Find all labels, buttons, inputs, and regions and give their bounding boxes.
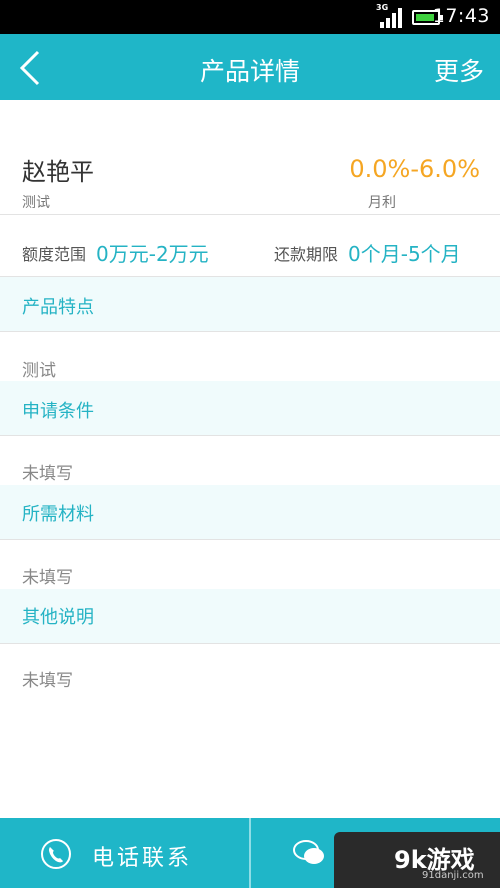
section-content-features: 测试	[22, 361, 56, 381]
signal-icon	[380, 8, 402, 28]
page-title: 产品详情	[199, 57, 300, 86]
title-bar: 产品详情 更多	[0, 34, 500, 100]
section-content-materials: 未填写	[22, 568, 73, 588]
term-value: 0个月-5个月	[348, 242, 461, 266]
product-name: 赵艳平	[22, 158, 94, 186]
amount-value: 0万元-2万元	[96, 242, 209, 266]
product-tag: 测试	[22, 195, 50, 211]
divider	[0, 643, 500, 644]
watermark-badge: 9k游戏 91danji.com	[334, 832, 500, 888]
rate-value: 0.0%-6.0%	[349, 155, 480, 183]
amount-label: 额度范围	[22, 245, 87, 264]
section-content-notes: 未填写	[22, 671, 73, 691]
divider	[0, 435, 500, 436]
watermark-site: 91danji.com	[422, 870, 484, 881]
clock: 17:43	[432, 5, 490, 27]
call-button[interactable]: 电话联系	[92, 840, 192, 872]
more-button[interactable]: 更多	[434, 52, 484, 88]
section-title-features: 产品特点	[22, 297, 94, 318]
section-title-conditions: 申请条件	[22, 401, 94, 422]
divider	[0, 539, 500, 540]
section-content-conditions: 未填写	[22, 464, 73, 484]
divider	[0, 214, 500, 215]
phone-icon[interactable]	[40, 838, 72, 870]
status-bar: 3G 17:43	[0, 0, 500, 34]
rate-label: 月利	[368, 195, 396, 211]
divider	[249, 818, 251, 888]
divider	[0, 331, 500, 332]
chat-icon[interactable]	[292, 838, 326, 868]
section-title-notes: 其他说明	[22, 607, 94, 628]
term-label: 还款期限	[274, 245, 339, 264]
section-title-materials: 所需材料	[22, 504, 94, 525]
